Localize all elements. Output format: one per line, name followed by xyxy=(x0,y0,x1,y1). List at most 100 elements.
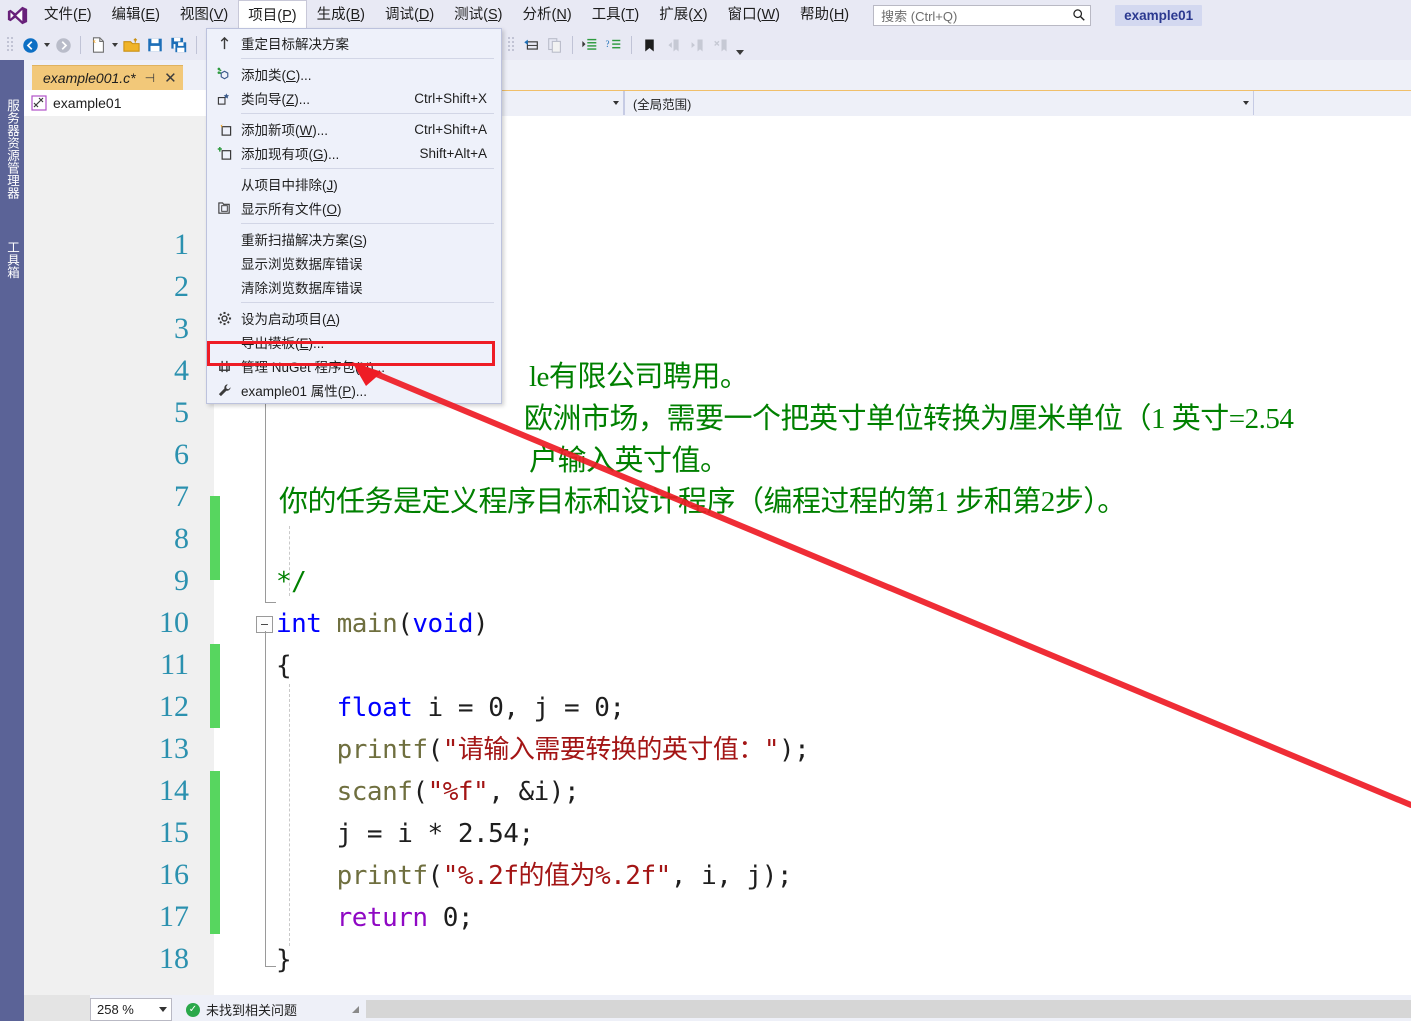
c-file-icon xyxy=(31,95,47,111)
comment-icon[interactable]: ? xyxy=(603,34,625,56)
toolbar-grip-handle[interactable] xyxy=(6,36,18,54)
code-line-13: printf("请输入需要转换的英寸值："); xyxy=(276,729,809,771)
line-number: 13 xyxy=(24,728,189,770)
menu-item-1-0[interactable]: 添加类(C)... xyxy=(207,62,501,86)
wrench-icon xyxy=(207,378,241,402)
line-number: 6 xyxy=(24,434,189,476)
menu-item-4-0[interactable]: 重新扫描解决方案(S) xyxy=(207,227,501,251)
line-number: 15 xyxy=(24,812,189,854)
status-message-label: 未找到相关问题 xyxy=(206,1000,297,1019)
chevron-down-icon xyxy=(159,1007,167,1012)
document-tab-example001c[interactable]: example001.c* ⊣ ✕ xyxy=(32,65,183,90)
visual-studio-window: 文件(F)编辑(E)视图(V)项目(P)生成(B)调试(D)测试(S)分析(N)… xyxy=(0,0,1411,1021)
close-icon[interactable]: ✕ xyxy=(164,71,177,86)
toolbar-overflow-icon[interactable] xyxy=(733,33,747,58)
menu-item-8[interactable]: 工具(T) xyxy=(582,0,650,30)
search-icon xyxy=(1072,8,1086,22)
sidebar-item-server-explorer[interactable]: 服务器资源管理器 xyxy=(0,74,24,224)
code-line-12: float i = 0, j = 0; xyxy=(276,687,625,729)
menu-item-shortcut: Ctrl+Shift+A xyxy=(414,122,487,137)
code-line-16: printf("%.2f的值为%.2f", i, j); xyxy=(276,855,792,897)
navigate-forward-icon[interactable] xyxy=(52,34,74,56)
menu-item-2-0[interactable]: 添加新项(W)... Ctrl+Shift+A xyxy=(207,117,501,141)
menu-item-label: 添加新项(W)... xyxy=(241,119,328,139)
code-line-15: j = i * 2.54; xyxy=(276,813,534,855)
function-block-bracket xyxy=(265,631,276,967)
open-file-icon[interactable] xyxy=(120,34,142,56)
toolbar-grip-handle[interactable] xyxy=(507,36,519,54)
navigate-back-icon[interactable] xyxy=(19,34,41,56)
code-line-18: } xyxy=(276,939,291,981)
next-bookmark-icon[interactable] xyxy=(686,34,708,56)
toolbar-separator xyxy=(572,36,573,54)
pin-icon[interactable]: ⊣ xyxy=(145,71,155,85)
menu-item-5-1[interactable]: 导出模板(E)... xyxy=(207,330,501,354)
line-number: 5 xyxy=(24,392,189,434)
menu-item-label: 添加现有项(G)... xyxy=(241,143,339,163)
menu-item-0[interactable]: 文件(F) xyxy=(34,0,102,30)
chevron-down-icon xyxy=(1243,101,1249,105)
line-number: 8 xyxy=(24,518,189,560)
code-line-9: */ xyxy=(276,561,306,603)
line-number: 17 xyxy=(24,896,189,938)
save-all-icon[interactable] xyxy=(168,34,190,56)
menu-item-0-0[interactable]: 重定目标解决方案 xyxy=(207,31,501,55)
status-bar-expander-icon[interactable] xyxy=(352,1006,359,1013)
sidebar-item-toolbox[interactable]: 工具箱 xyxy=(0,232,24,288)
line-number: 18 xyxy=(24,938,189,980)
status-bar: 258 % ✓ 未找到相关问题 xyxy=(0,995,1411,1021)
line-number: 4 xyxy=(24,350,189,392)
properties-window-icon[interactable] xyxy=(520,34,542,56)
menu-item-1-1[interactable]: 类向导(Z)...Ctrl+Shift+X xyxy=(207,86,501,110)
code-line-11: { xyxy=(276,645,291,687)
zoom-level-selector[interactable]: 258 % xyxy=(90,998,172,1021)
search-input[interactable]: 搜索 (Ctrl+Q) xyxy=(873,5,1091,26)
clear-bookmark-icon[interactable] xyxy=(710,34,732,56)
menu-item-5-3[interactable]: example01 属性(P)... xyxy=(207,378,501,402)
line-number: 11 xyxy=(24,644,189,686)
menu-item-5-2[interactable]: 管理 NuGet 程序包(N)... xyxy=(207,354,501,378)
check-circle-icon: ✓ xyxy=(186,1003,200,1017)
menu-item-3-1[interactable]: 显示所有文件(O) xyxy=(207,196,501,220)
menu-project[interactable]: 项目(P) xyxy=(238,0,306,31)
change-bar xyxy=(210,771,220,934)
toolbar-separator xyxy=(631,36,632,54)
menu-item-no-icon xyxy=(207,227,241,251)
menu-item-2-1[interactable]: 添加现有项(G)...Shift+Alt+A xyxy=(207,141,501,165)
menu-item-6[interactable]: 测试(S) xyxy=(444,0,512,30)
bookmark-icon[interactable] xyxy=(638,34,660,56)
menu-item-4-2[interactable]: 清除浏览数据库错误 xyxy=(207,275,501,299)
menu-item-9[interactable]: 扩展(X) xyxy=(649,0,717,30)
add-existing-item-icon xyxy=(207,141,241,165)
project-name-chip[interactable]: example01 xyxy=(1115,5,1202,26)
navigate-back-dropdown[interactable] xyxy=(42,34,51,56)
prev-bookmark-icon[interactable] xyxy=(662,34,684,56)
project-menu-dropdown[interactable]: 重定目标解决方案添加类(C)...类向导(Z)...Ctrl+Shift+X 添加… xyxy=(206,28,502,404)
menu-item-4-1[interactable]: 显示浏览数据库错误 xyxy=(207,251,501,275)
indent-icon[interactable] xyxy=(579,34,601,56)
menu-item-5-0[interactable]: 设为启动项目(A) xyxy=(207,306,501,330)
menu-item-5[interactable]: 调试(D) xyxy=(375,0,444,30)
new-item-icon[interactable] xyxy=(87,34,109,56)
menu-item-11[interactable]: 帮助(H) xyxy=(790,0,859,30)
search-placeholder: 搜索 (Ctrl+Q) xyxy=(881,6,1072,25)
menu-item-2[interactable]: 视图(V) xyxy=(170,0,238,30)
navbar-scope-dropdown[interactable]: (全局范围) xyxy=(624,91,1254,115)
add-new-item-icon xyxy=(207,117,241,141)
copy-icon[interactable] xyxy=(544,34,566,56)
menu-item-no-icon xyxy=(207,172,241,196)
menu-item-4[interactable]: 生成(B) xyxy=(307,0,375,30)
menu-separator xyxy=(241,223,494,224)
svg-text:?: ? xyxy=(605,39,609,49)
chevron-down-icon xyxy=(613,101,619,105)
menu-item-10[interactable]: 窗口(W) xyxy=(718,0,790,30)
line-number: 9 xyxy=(24,560,189,602)
save-icon[interactable] xyxy=(144,34,166,56)
comment-block-bracket xyxy=(265,380,276,603)
menu-item-no-icon xyxy=(207,251,241,275)
menu-item-1[interactable]: 编辑(E) xyxy=(102,0,170,30)
status-bar-gap xyxy=(24,995,90,1021)
menu-item-3-0[interactable]: 从项目中排除(J) xyxy=(207,172,501,196)
new-item-dropdown[interactable] xyxy=(110,34,119,56)
menu-item-7[interactable]: 分析(N) xyxy=(513,0,582,30)
